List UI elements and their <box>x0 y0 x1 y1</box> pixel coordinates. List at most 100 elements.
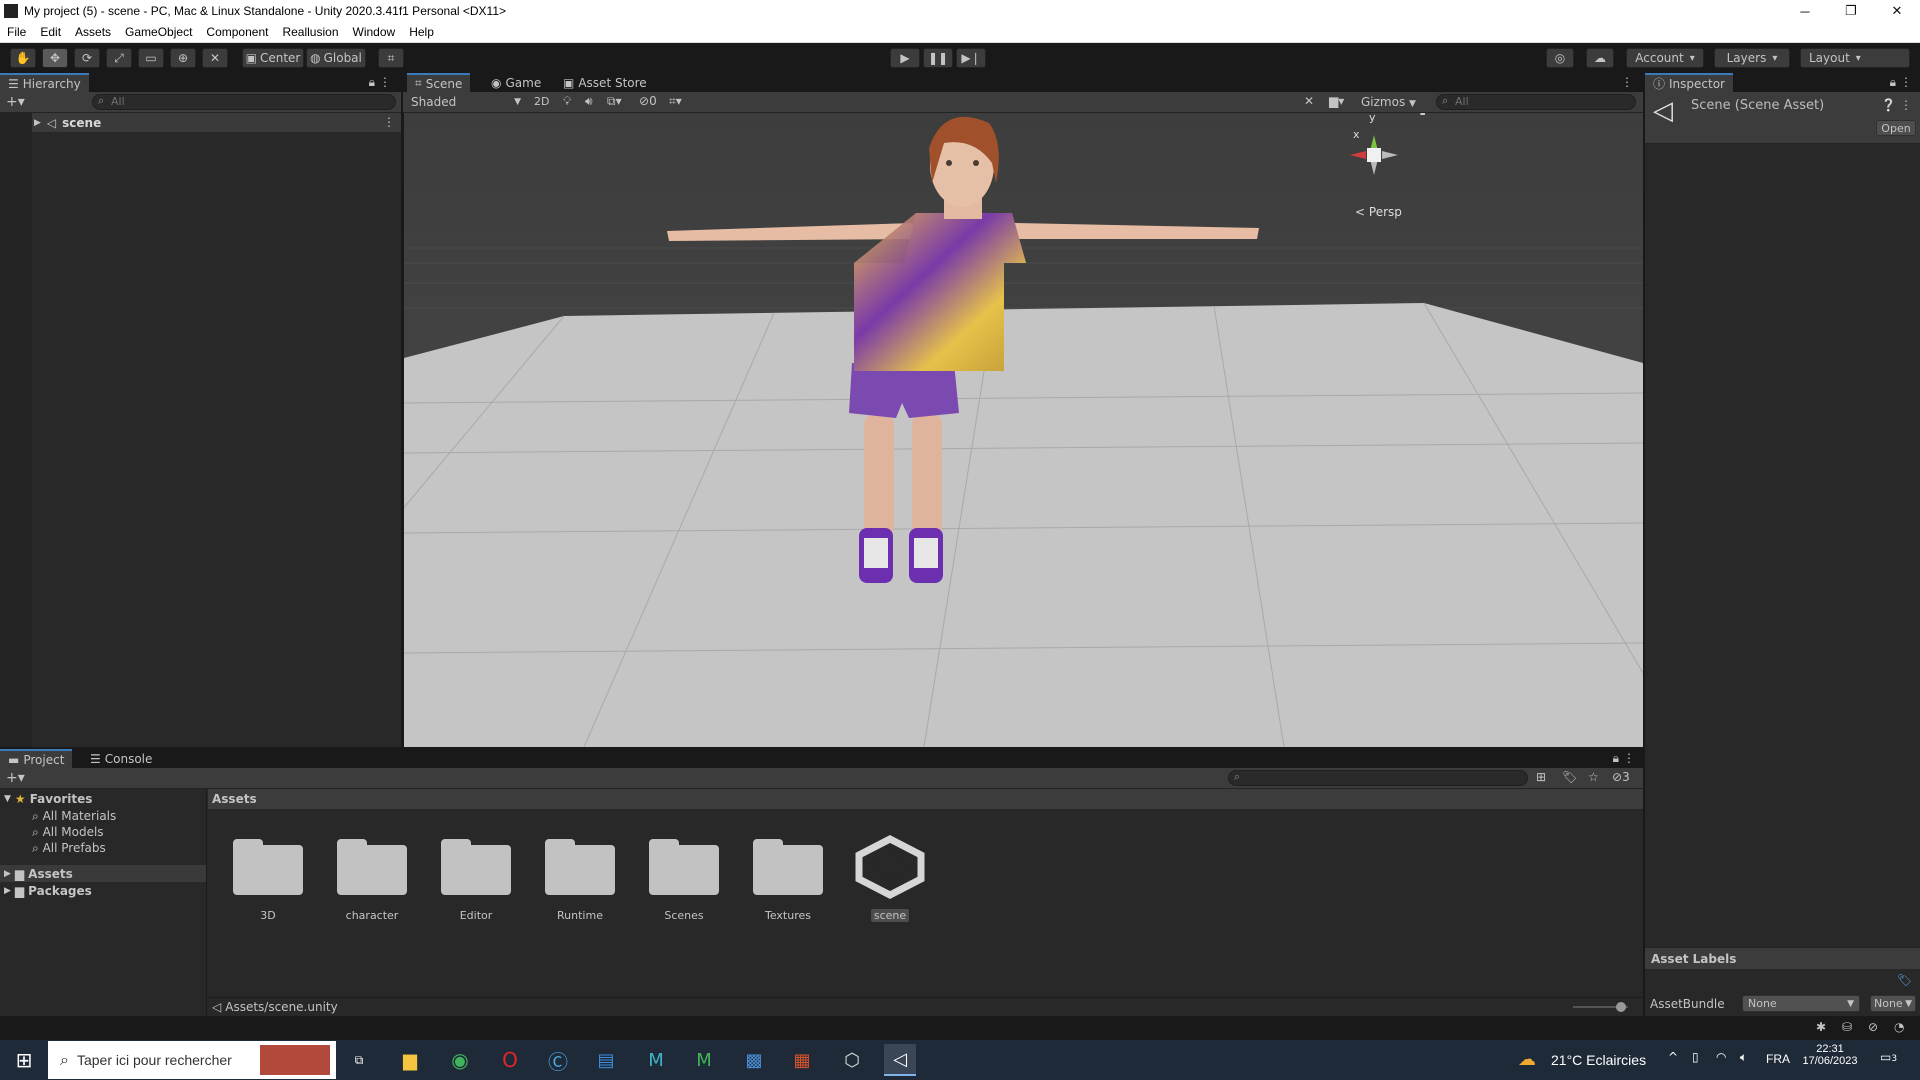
camera-dropdown-icon[interactable]: ▆▾ <box>1329 94 1344 108</box>
chrome-icon[interactable]: ◉ <box>444 1044 476 1076</box>
grid-toggle-icon[interactable]: ⌗▾ <box>669 94 682 109</box>
gizmo-lock-icon[interactable]: 🔒︎ <box>1420 113 1425 118</box>
close-button[interactable]: ✕ <box>1874 0 1920 22</box>
cache-server-icon[interactable]: ⛁ <box>1842 1020 1852 1034</box>
pause-button[interactable]: ❚❚ <box>923 48 953 68</box>
ccleaner-icon[interactable]: Ⓒ <box>542 1044 574 1076</box>
winrar-icon[interactable]: ▦ <box>786 1044 818 1076</box>
scale-tool-icon[interactable]: ⤢ <box>106 48 132 68</box>
menu-file[interactable]: File <box>0 25 33 39</box>
file-explorer-icon[interactable]: ▆ <box>394 1044 426 1076</box>
tab-scene[interactable]: ⌗ Scene <box>407 73 471 92</box>
scene-search-input[interactable]: All <box>1436 94 1636 110</box>
gizmos-dropdown[interactable]: Gizmos ▼ <box>1361 95 1416 109</box>
component-menu-icon[interactable]: ⋮ <box>1900 98 1912 112</box>
audio-toggle-icon[interactable]: 🔊︎ <box>585 94 593 109</box>
menu-edit[interactable]: Edit <box>33 25 68 39</box>
favorite-all-prefabs[interactable]: ⌕ All Prefabs <box>32 841 106 856</box>
help-icon[interactable]: ❔ <box>1881 98 1896 112</box>
assetbundle-dropdown[interactable]: None ▼ <box>1742 995 1860 1012</box>
hierarchy-search-input[interactable]: All <box>92 94 396 110</box>
project-search-input[interactable] <box>1228 770 1528 786</box>
progress-icon[interactable]: ◔ <box>1894 1020 1904 1034</box>
cloud-icon[interactable]: ☁ <box>1586 48 1614 68</box>
tab-asset-store[interactable]: ▣ Asset Store <box>555 73 655 92</box>
projection-toggle[interactable]: < Persp <box>1355 205 1402 219</box>
language-indicator[interactable]: FRA <box>1766 1052 1790 1066</box>
variant-dropdown[interactable]: None ▼ <box>1870 995 1916 1012</box>
task-view-icon[interactable]: ⧉ <box>343 1044 375 1076</box>
shading-mode-dropdown[interactable]: Shaded ▼ <box>407 94 525 110</box>
more-options-icon[interactable]: ⋮ <box>379 75 391 89</box>
transform-tool-icon[interactable]: ⊕ <box>170 48 196 68</box>
asset-folder-3d[interactable]: 3D <box>223 835 313 922</box>
expand-arrow-icon[interactable]: ▶ <box>34 118 41 128</box>
create-add-icon[interactable]: +▾ <box>6 94 25 110</box>
favorite-all-materials[interactable]: ⌕ All Materials <box>32 809 116 824</box>
app-m2-icon[interactable]: M <box>688 1044 720 1076</box>
move-tool-icon[interactable]: ✥ <box>42 48 68 68</box>
tab-project[interactable]: ▬ Project <box>0 749 73 768</box>
expand-arrow-icon[interactable]: ▶ <box>4 869 11 879</box>
menu-window[interactable]: Window <box>346 25 403 39</box>
scene-viewport[interactable]: y x 🔒︎ < Persp <box>404 113 1643 747</box>
notifications-icon[interactable]: ▭3 <box>1880 1050 1897 1064</box>
hidden-packages-toggle[interactable]: ⊘3 <box>1612 770 1630 784</box>
layers-dropdown[interactable]: Layers <box>1714 48 1790 68</box>
hierarchy-row-scene[interactable]: ▶ ◁ scene ⋮ <box>32 113 401 132</box>
play-button[interactable]: ▶ <box>890 48 920 68</box>
tree-item-packages[interactable]: ▶ ▆ Packages <box>0 882 206 899</box>
taskbar-search-box[interactable]: ⌕ Taper ici pour rechercher <box>48 1041 336 1079</box>
menu-component[interactable]: Component <box>199 25 275 39</box>
scene-more-options-icon[interactable]: ⋮ <box>1621 75 1633 89</box>
clock[interactable]: 22:31 17/06/2023 <box>1800 1043 1860 1067</box>
label-tag-icon[interactable]: 🏷︎ <box>1897 973 1912 987</box>
step-button[interactable]: ▶❘ <box>956 48 986 68</box>
collab-icon[interactable]: ◎ <box>1546 48 1574 68</box>
menu-assets[interactable]: Assets <box>68 25 118 39</box>
asset-folder-runtime[interactable]: Runtime <box>535 835 625 922</box>
asset-folder-textures[interactable]: Textures <box>743 835 833 922</box>
expand-arrow-icon[interactable]: ▼ <box>4 794 11 804</box>
asset-scene-file[interactable]: scene <box>845 835 935 922</box>
project-more-icon[interactable]: ⋮ <box>1623 751 1635 765</box>
tab-inspector[interactable]: ⓘ Inspector <box>1645 73 1733 92</box>
lighting-toggle-icon[interactable]: 💡︎ <box>563 94 571 109</box>
maximize-button[interactable]: ❐ <box>1828 0 1874 22</box>
tab-hierarchy[interactable]: ☰ Hierarchy <box>0 73 89 92</box>
account-dropdown[interactable]: Account <box>1626 48 1704 68</box>
layout-dropdown[interactable]: Layout <box>1800 48 1910 68</box>
auto-generate-lighting-icon[interactable]: ⊘ <box>1868 1020 1878 1034</box>
app-m1-icon[interactable]: M <box>640 1044 672 1076</box>
tree-item-assets[interactable]: ▶ ▆ Assets <box>0 865 206 882</box>
volume-icon[interactable]: 🔈︎ <box>1740 1050 1747 1065</box>
bug-icon[interactable]: ✱ <box>1816 1020 1826 1034</box>
favorites-group[interactable]: ▼ ★ Favorites <box>4 792 92 806</box>
favorite-star-icon[interactable]: ☆ <box>1588 770 1599 784</box>
asset-labels-header[interactable]: Asset Labels <box>1645 947 1920 969</box>
favorite-all-models[interactable]: ⌕ All Models <box>32 825 104 840</box>
icon-size-slider-thumb[interactable] <box>1616 1002 1626 1012</box>
project-create-icon[interactable]: +▾ <box>6 770 25 786</box>
store-icon[interactable]: ▤ <box>590 1044 622 1076</box>
unity-hub-icon[interactable]: ⬡ <box>836 1044 868 1076</box>
tab-game[interactable]: ◉ Game <box>483 73 549 92</box>
opera-icon[interactable]: O <box>494 1044 526 1076</box>
menu-reallusion[interactable]: Reallusion <box>275 25 345 39</box>
rect-tool-icon[interactable]: ▭ <box>138 48 164 68</box>
space-toggle[interactable]: ◍ Global <box>306 48 366 68</box>
weather-text[interactable]: 21°C Eclaircies <box>1551 1052 1646 1068</box>
search-by-type-icon[interactable]: ⊞ <box>1536 770 1546 784</box>
asset-folder-editor[interactable]: Editor <box>431 835 521 922</box>
hand-tool-icon[interactable]: ✋ <box>10 48 36 68</box>
inspector-more-icon[interactable]: ⋮ <box>1900 75 1912 89</box>
custom-tool-icon[interactable]: ✕ <box>202 48 228 68</box>
windows-start-icon[interactable]: ⊞ <box>8 1044 40 1076</box>
minimize-button[interactable]: ─ <box>1782 0 1828 22</box>
scene-options-icon[interactable]: ⋮ <box>383 115 395 129</box>
unity-editor-taskbar-icon[interactable]: ◁ <box>884 1044 916 1076</box>
tools-icon[interactable]: ✕ <box>1304 94 1314 108</box>
search-by-label-icon[interactable]: 🏷︎ <box>1562 770 1577 784</box>
project-breadcrumb[interactable]: Assets <box>208 789 1643 809</box>
project-lock-icon[interactable]: 🔒︎ <box>1613 751 1619 766</box>
